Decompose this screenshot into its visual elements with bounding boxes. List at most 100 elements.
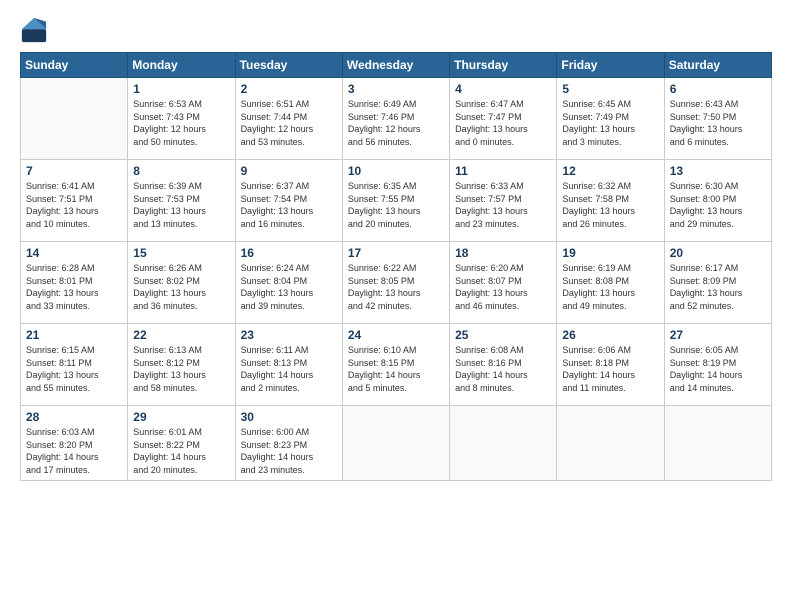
day-info: Sunrise: 6:30 AM Sunset: 8:00 PM Dayligh… — [670, 180, 766, 230]
day-number: 1 — [133, 82, 229, 96]
day-number: 8 — [133, 164, 229, 178]
header — [20, 16, 772, 44]
day-info: Sunrise: 6:24 AM Sunset: 8:04 PM Dayligh… — [241, 262, 337, 312]
day-number: 17 — [348, 246, 444, 260]
calendar-cell — [21, 78, 128, 160]
calendar-cell: 29Sunrise: 6:01 AM Sunset: 8:22 PM Dayli… — [128, 406, 235, 481]
day-number: 9 — [241, 164, 337, 178]
calendar-cell — [557, 406, 664, 481]
calendar-cell: 25 Sunrise: 6:08 AM Sunset: 8:16 PM Dayli… — [450, 324, 557, 406]
day-number: 4 — [455, 82, 551, 96]
day-info: Sunrise: 6:15 AM Sunset: 8:11 PM Dayligh… — [26, 344, 122, 394]
week-row-3: 14 Sunrise: 6:28 AM Sunset: 8:01 PM Dayli… — [21, 242, 772, 324]
day-number: 7 — [26, 164, 122, 178]
week-row-4: 21 Sunrise: 6:15 AM Sunset: 8:11 PM Dayli… — [21, 324, 772, 406]
calendar-cell: 3Sunrise: 6:49 AM Sunset: 7:46 PM Daylig… — [342, 78, 449, 160]
day-number: 12 — [562, 164, 658, 178]
logo — [20, 16, 52, 44]
day-number: 16 — [241, 246, 337, 260]
day-info: Sunrise: 6:33 AM Sunset: 7:57 PM Dayligh… — [455, 180, 551, 230]
header-monday: Monday — [128, 53, 235, 78]
day-number: 29 — [133, 410, 229, 424]
day-info: Sunrise: 6:06 AM Sunset: 8:18 PM Dayligh… — [562, 344, 658, 394]
calendar-cell: 16 Sunrise: 6:24 AM Sunset: 8:04 PM Dayli… — [235, 242, 342, 324]
header-sunday: Sunday — [21, 53, 128, 78]
day-number: 20 — [670, 246, 766, 260]
calendar-cell: 2 Sunrise: 6:51 AM Sunset: 7:44 PM Daylig… — [235, 78, 342, 160]
day-number: 26 — [562, 328, 658, 342]
calendar-cell — [342, 406, 449, 481]
calendar-cell — [664, 406, 771, 481]
day-info: Sunrise: 6:05 AM Sunset: 8:19 PM Dayligh… — [670, 344, 766, 394]
calendar-cell: 23 Sunrise: 6:11 AM Sunset: 8:13 PM Dayli… — [235, 324, 342, 406]
week-row-5: 28Sunrise: 6:03 AM Sunset: 8:20 PM Dayli… — [21, 406, 772, 481]
day-number: 21 — [26, 328, 122, 342]
calendar-cell: 19 Sunrise: 6:19 AM Sunset: 8:08 PM Dayli… — [557, 242, 664, 324]
calendar-cell: 21 Sunrise: 6:15 AM Sunset: 8:11 PM Dayli… — [21, 324, 128, 406]
day-info: Sunrise: 6:51 AM Sunset: 7:44 PM Dayligh… — [241, 98, 337, 148]
calendar-page: SundayMondayTuesdayWednesdayThursdayFrid… — [0, 0, 792, 612]
header-row: SundayMondayTuesdayWednesdayThursdayFrid… — [21, 53, 772, 78]
calendar-cell: 22Sunrise: 6:13 AM Sunset: 8:12 PM Dayli… — [128, 324, 235, 406]
calendar-cell: 24Sunrise: 6:10 AM Sunset: 8:15 PM Dayli… — [342, 324, 449, 406]
day-info: Sunrise: 6:37 AM Sunset: 7:54 PM Dayligh… — [241, 180, 337, 230]
calendar-cell: 20 Sunrise: 6:17 AM Sunset: 8:09 PM Dayli… — [664, 242, 771, 324]
day-number: 11 — [455, 164, 551, 178]
day-number: 23 — [241, 328, 337, 342]
calendar-cell: 30 Sunrise: 6:00 AM Sunset: 8:23 PM Dayli… — [235, 406, 342, 481]
calendar-cell: 26 Sunrise: 6:06 AM Sunset: 8:18 PM Dayli… — [557, 324, 664, 406]
day-number: 2 — [241, 82, 337, 96]
day-number: 3 — [348, 82, 444, 96]
day-number: 18 — [455, 246, 551, 260]
calendar-cell: 12Sunrise: 6:32 AM Sunset: 7:58 PM Dayli… — [557, 160, 664, 242]
day-number: 14 — [26, 246, 122, 260]
calendar-cell: 18 Sunrise: 6:20 AM Sunset: 8:07 PM Dayli… — [450, 242, 557, 324]
calendar-cell: 8 Sunrise: 6:39 AM Sunset: 7:53 PM Daylig… — [128, 160, 235, 242]
day-number: 30 — [241, 410, 337, 424]
day-number: 10 — [348, 164, 444, 178]
week-row-2: 7Sunrise: 6:41 AM Sunset: 7:51 PM Daylig… — [21, 160, 772, 242]
calendar-cell: 10 Sunrise: 6:35 AM Sunset: 7:55 PM Dayli… — [342, 160, 449, 242]
day-info: Sunrise: 6:11 AM Sunset: 8:13 PM Dayligh… — [241, 344, 337, 394]
week-row-1: 1 Sunrise: 6:53 AM Sunset: 7:43 PM Daylig… — [21, 78, 772, 160]
day-info: Sunrise: 6:35 AM Sunset: 7:55 PM Dayligh… — [348, 180, 444, 230]
day-info: Sunrise: 6:53 AM Sunset: 7:43 PM Dayligh… — [133, 98, 229, 148]
day-number: 22 — [133, 328, 229, 342]
day-info: Sunrise: 6:03 AM Sunset: 8:20 PM Dayligh… — [26, 426, 122, 476]
day-info: Sunrise: 6:47 AM Sunset: 7:47 PM Dayligh… — [455, 98, 551, 148]
calendar-cell: 27 Sunrise: 6:05 AM Sunset: 8:19 PM Dayli… — [664, 324, 771, 406]
header-tuesday: Tuesday — [235, 53, 342, 78]
day-number: 19 — [562, 246, 658, 260]
header-saturday: Saturday — [664, 53, 771, 78]
day-info: Sunrise: 6:43 AM Sunset: 7:50 PM Dayligh… — [670, 98, 766, 148]
calendar-cell: 6Sunrise: 6:43 AM Sunset: 7:50 PM Daylig… — [664, 78, 771, 160]
calendar-cell: 7Sunrise: 6:41 AM Sunset: 7:51 PM Daylig… — [21, 160, 128, 242]
header-thursday: Thursday — [450, 53, 557, 78]
day-number: 24 — [348, 328, 444, 342]
calendar-cell: 4 Sunrise: 6:47 AM Sunset: 7:47 PM Daylig… — [450, 78, 557, 160]
calendar-cell: 28Sunrise: 6:03 AM Sunset: 8:20 PM Dayli… — [21, 406, 128, 481]
header-wednesday: Wednesday — [342, 53, 449, 78]
day-info: Sunrise: 6:17 AM Sunset: 8:09 PM Dayligh… — [670, 262, 766, 312]
day-number: 13 — [670, 164, 766, 178]
day-number: 25 — [455, 328, 551, 342]
logo-icon — [20, 16, 48, 44]
calendar-cell: 15 Sunrise: 6:26 AM Sunset: 8:02 PM Dayli… — [128, 242, 235, 324]
calendar-table: SundayMondayTuesdayWednesdayThursdayFrid… — [20, 52, 772, 481]
day-info: Sunrise: 6:28 AM Sunset: 8:01 PM Dayligh… — [26, 262, 122, 312]
day-info: Sunrise: 6:08 AM Sunset: 8:16 PM Dayligh… — [455, 344, 551, 394]
day-number: 27 — [670, 328, 766, 342]
day-number: 5 — [562, 82, 658, 96]
day-info: Sunrise: 6:22 AM Sunset: 8:05 PM Dayligh… — [348, 262, 444, 312]
calendar-cell: 5 Sunrise: 6:45 AM Sunset: 7:49 PM Daylig… — [557, 78, 664, 160]
header-friday: Friday — [557, 53, 664, 78]
day-info: Sunrise: 6:45 AM Sunset: 7:49 PM Dayligh… — [562, 98, 658, 148]
day-info: Sunrise: 6:20 AM Sunset: 8:07 PM Dayligh… — [455, 262, 551, 312]
calendar-cell: 1 Sunrise: 6:53 AM Sunset: 7:43 PM Daylig… — [128, 78, 235, 160]
day-info: Sunrise: 6:19 AM Sunset: 8:08 PM Dayligh… — [562, 262, 658, 312]
day-info: Sunrise: 6:00 AM Sunset: 8:23 PM Dayligh… — [241, 426, 337, 476]
calendar-cell: 17 Sunrise: 6:22 AM Sunset: 8:05 PM Dayli… — [342, 242, 449, 324]
day-number: 15 — [133, 246, 229, 260]
day-info: Sunrise: 6:26 AM Sunset: 8:02 PM Dayligh… — [133, 262, 229, 312]
day-info: Sunrise: 6:39 AM Sunset: 7:53 PM Dayligh… — [133, 180, 229, 230]
